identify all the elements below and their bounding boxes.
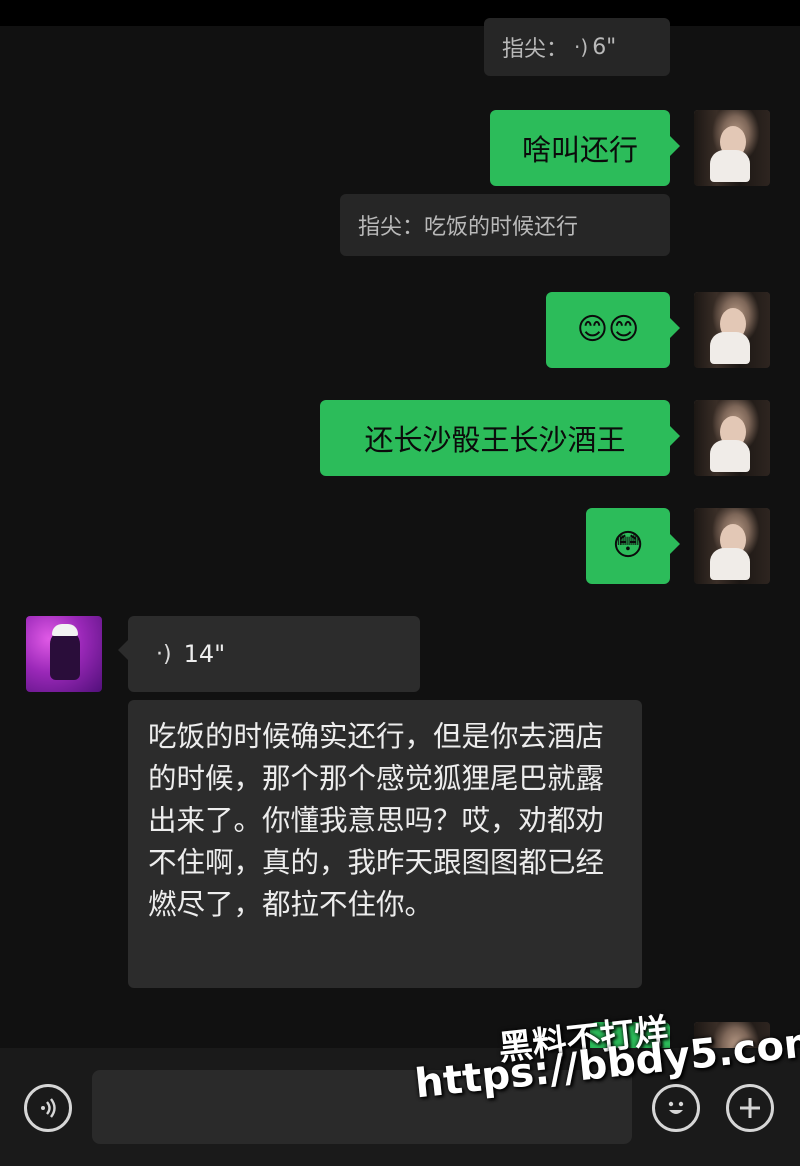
voice-wave-icon: ·) (156, 641, 172, 667)
smile-emoji: 😊😊 (576, 312, 640, 347)
voice-icon[interactable] (24, 1084, 72, 1132)
my-avatar[interactable] (694, 400, 770, 476)
plus-icon[interactable] (726, 1084, 774, 1132)
sent-emoji-message[interactable]: 😳 (586, 508, 680, 584)
quote-duration: 6" (592, 34, 617, 60)
message-text: 啥叫还行 (521, 133, 638, 167)
my-avatar[interactable] (694, 508, 770, 584)
voice-duration: 14" (183, 640, 226, 668)
voice-message[interactable]: ·) 14" (118, 616, 420, 692)
sent-message[interactable]: 啥叫还行 (490, 110, 680, 186)
quote-text: 指尖：吃饭的时候还行 (358, 215, 579, 240)
my-avatar[interactable] (694, 110, 770, 186)
quote-prefix: 指尖： (502, 37, 569, 62)
voice-transcript[interactable]: 吃饭的时候确实还行，但是你去酒店的时候，那个那个感觉狐狸尾巴就露出来了。你懂我意… (128, 700, 642, 988)
sent-message[interactable]: 还长沙骰王长沙酒王 (320, 400, 680, 476)
message-text: 还长沙骰王长沙酒王 (364, 423, 626, 457)
emoji-icon[interactable] (652, 1084, 700, 1132)
my-avatar[interactable] (694, 292, 770, 368)
sent-emoji-message[interactable]: 😊😊 (546, 292, 680, 368)
voice-wave-icon: ·) (574, 35, 589, 59)
status-bar (0, 0, 800, 26)
quoted-voice[interactable]: 指尖： ·) 6" (484, 18, 670, 76)
quoted-text[interactable]: 指尖：吃饭的时候还行 (340, 194, 670, 256)
flushed-emoji: 😳 (612, 528, 644, 563)
contact-avatar[interactable] (26, 616, 102, 692)
